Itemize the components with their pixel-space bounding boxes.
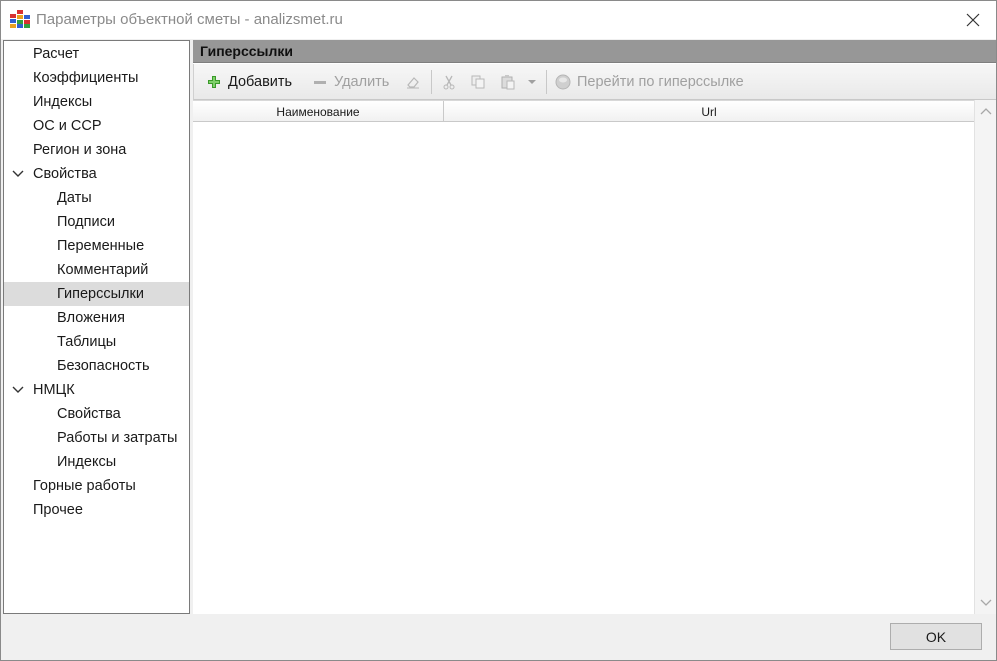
nav-item[interactable]: Расчет bbox=[4, 42, 189, 66]
nav-item[interactable]: Индексы bbox=[4, 90, 189, 114]
nav-item-label: Работы и затраты bbox=[57, 430, 178, 446]
nav-item-label: Горные работы bbox=[33, 478, 136, 494]
goto-link-button[interactable]: Перейти по гиперссылке bbox=[555, 64, 744, 100]
hyperlinks-grid: Наименование Url bbox=[193, 100, 996, 614]
nav-item[interactable]: Безопасность bbox=[4, 354, 189, 378]
paste-icon bbox=[501, 75, 515, 90]
delete-button[interactable]: Удалить bbox=[312, 64, 389, 100]
scroll-up-icon[interactable] bbox=[980, 106, 992, 116]
nav-item[interactable]: Гиперссылки bbox=[4, 282, 189, 306]
column-header-name[interactable]: Наименование bbox=[193, 101, 443, 122]
close-icon bbox=[966, 13, 980, 27]
nav-item[interactable]: Даты bbox=[4, 186, 189, 210]
nav-item-label: Таблицы bbox=[57, 334, 117, 350]
add-button[interactable]: Добавить bbox=[206, 64, 292, 100]
nav-item[interactable]: Свойства bbox=[4, 162, 189, 186]
nav-item-label: Вложения bbox=[57, 310, 125, 326]
add-label: Добавить bbox=[228, 74, 293, 90]
nav-item-label: Комментарий bbox=[57, 262, 149, 278]
paste-button[interactable] bbox=[500, 64, 522, 100]
nav-item-label: Прочее bbox=[33, 502, 83, 518]
nav-item-label: Безопасность bbox=[57, 358, 150, 374]
dialog-window: Параметры объектной сметы - analizsmet.r… bbox=[0, 0, 997, 661]
nav-item-label: Регион и зона bbox=[33, 142, 127, 158]
copy-icon bbox=[471, 75, 485, 89]
globe-icon bbox=[555, 74, 571, 90]
nav-item[interactable]: ОС и ССР bbox=[4, 114, 189, 138]
nav-tree: Расчет Коэффициенты Индексы ОС и ССР Регион … bbox=[3, 40, 190, 614]
window-title: Параметры объектной сметы - analizsmet.r… bbox=[36, 11, 343, 28]
chevron-down-icon[interactable] bbox=[12, 385, 24, 395]
nav-item-label: Индексы bbox=[57, 454, 117, 470]
toolbar-separator bbox=[546, 70, 547, 94]
nav-item-label: Переменные bbox=[57, 238, 145, 254]
cut-button[interactable] bbox=[441, 64, 463, 100]
toolbar: Добавить Удалить Перейти по гиперссылке bbox=[193, 64, 996, 100]
close-button[interactable] bbox=[950, 1, 996, 39]
nav-item[interactable]: Горные работы bbox=[4, 474, 189, 498]
nav-item-label: Расчет bbox=[33, 46, 80, 62]
ok-button[interactable]: OK bbox=[890, 623, 982, 650]
nav-item-label: Гиперссылки bbox=[57, 286, 144, 302]
nav-item[interactable]: Подписи bbox=[4, 210, 189, 234]
nav-item[interactable]: Коэффициенты bbox=[4, 66, 189, 90]
nav-item[interactable]: Регион и зона bbox=[4, 138, 189, 162]
nav-item-label: НМЦК bbox=[33, 382, 75, 398]
nav-item[interactable]: Вложения bbox=[4, 306, 189, 330]
goto-link-label: Перейти по гиперссылке bbox=[577, 74, 744, 90]
nav-item[interactable]: Индексы bbox=[4, 450, 189, 474]
chevron-down-icon[interactable] bbox=[12, 169, 24, 179]
toolbar-separator bbox=[431, 70, 432, 94]
nav-item[interactable]: Переменные bbox=[4, 234, 189, 258]
nav-item-label: Свойства bbox=[33, 166, 97, 182]
scissors-icon bbox=[443, 75, 455, 90]
nav-item-label: ОС и ССР bbox=[33, 118, 102, 134]
app-icon bbox=[10, 10, 30, 28]
chevron-down-icon bbox=[528, 80, 536, 84]
minus-icon bbox=[314, 81, 326, 84]
clear-button[interactable] bbox=[405, 64, 427, 100]
grid-header: Наименование Url bbox=[193, 100, 974, 122]
plus-icon bbox=[208, 76, 220, 88]
title-bar: Параметры объектной сметы - analizsmet.r… bbox=[1, 1, 996, 39]
scroll-down-icon[interactable] bbox=[980, 598, 992, 608]
nav-item[interactable]: Комментарий bbox=[4, 258, 189, 282]
nav-item-label: Свойства bbox=[57, 406, 121, 422]
section-title: Гиперссылки bbox=[200, 43, 294, 59]
nav-item-label: Даты bbox=[57, 190, 92, 206]
content-panel: Гиперссылки Добавить Удалить Перейти по … bbox=[193, 40, 996, 614]
column-header-url[interactable]: Url bbox=[444, 101, 974, 122]
dialog-footer: OK bbox=[1, 614, 996, 660]
nav-item[interactable]: Работы и затраты bbox=[4, 426, 189, 450]
nav-item[interactable]: НМЦК bbox=[4, 378, 189, 402]
eraser-icon bbox=[407, 77, 419, 89]
nav-item[interactable]: Прочее bbox=[4, 498, 189, 522]
nav-item-label: Подписи bbox=[57, 214, 115, 230]
section-header: Гиперссылки bbox=[193, 40, 996, 63]
paste-dropdown[interactable] bbox=[528, 64, 536, 100]
vertical-scrollbar[interactable] bbox=[974, 100, 996, 614]
nav-item-label: Индексы bbox=[33, 94, 93, 110]
nav-item[interactable]: Свойства bbox=[4, 402, 189, 426]
nav-item-label: Коэффициенты bbox=[33, 70, 139, 86]
copy-button[interactable] bbox=[470, 64, 492, 100]
nav-item[interactable]: Таблицы bbox=[4, 330, 189, 354]
delete-label: Удалить bbox=[334, 74, 390, 90]
